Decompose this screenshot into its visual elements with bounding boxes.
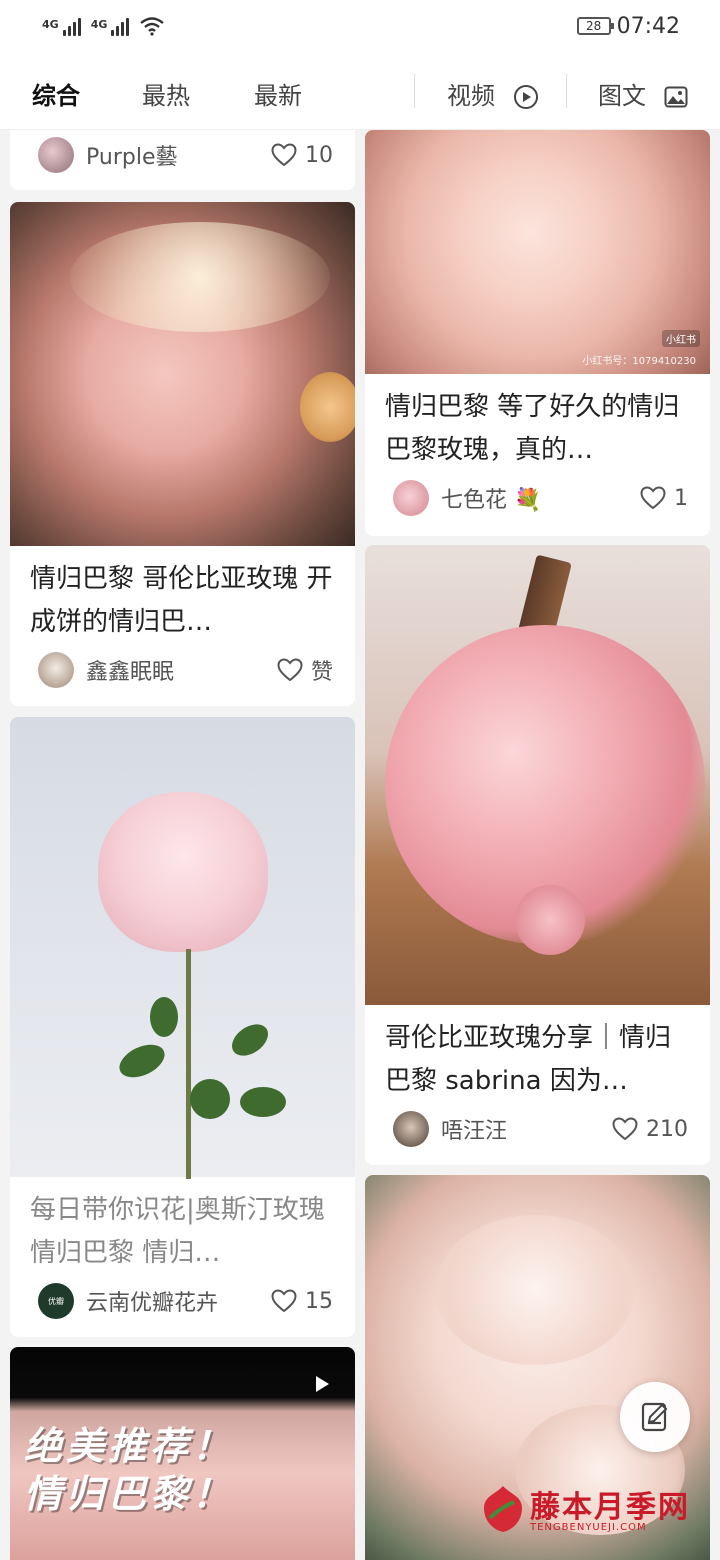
like-count: 15	[305, 1288, 333, 1314]
like-button[interactable]: 210	[612, 1117, 688, 1142]
edit-note-icon	[641, 1402, 668, 1432]
like-button[interactable]: 赞	[277, 654, 333, 686]
post-title[interactable]: 每日带你识花|奥斯汀玫瑰情归巴黎 情归…	[30, 1189, 337, 1275]
like-count: 10	[305, 142, 333, 168]
network-type-2: 4G	[90, 18, 108, 31]
like-count: 1	[674, 485, 688, 511]
feed-card[interactable]: 绝美推荐！ 情归巴黎！	[10, 1347, 355, 1560]
author-name[interactable]: 鑫鑫眠眠	[86, 654, 277, 686]
flower-emoji-icon: 💐	[514, 488, 542, 513]
author-name[interactable]: Purple藝	[86, 139, 271, 171]
tab-comprehensive[interactable]: 综合	[32, 76, 80, 111]
like-button[interactable]: 15	[271, 1289, 333, 1314]
tab-hottest[interactable]: 最热	[142, 76, 190, 111]
tab-image-text[interactable]: 图文	[598, 76, 688, 111]
watermark-text: 藤本月季网	[530, 1490, 690, 1525]
avatar[interactable]	[393, 480, 429, 516]
avatar[interactable]	[38, 652, 74, 688]
feed-card[interactable]: 每日带你识花|奥斯汀玫瑰情归巴黎 情归… 优瓣 云南优瓣花卉 15	[10, 717, 355, 1337]
post-image[interactable]	[365, 545, 710, 1005]
video-thumbnail[interactable]: 绝美推荐！ 情归巴黎！	[10, 1347, 355, 1560]
post-title[interactable]: 情归巴黎 等了好久的情归巴黎玫瑰，真的…	[385, 386, 692, 472]
heart-icon	[271, 143, 297, 167]
like-count: 赞	[310, 660, 333, 685]
watermark-url: TENGBENYUEJI.COM	[530, 1522, 647, 1533]
like-count: 210	[646, 1116, 688, 1142]
watermark-logo-icon	[484, 1486, 522, 1532]
signal-icon-1: 4G	[42, 18, 81, 36]
post-image[interactable]	[10, 202, 355, 546]
post-image[interactable]	[10, 717, 355, 1179]
avatar[interactable]: 优瓣	[38, 1283, 74, 1319]
wifi-icon	[140, 17, 165, 36]
feed-card[interactable]: 哥伦比亚玫瑰分享｜情归巴黎 sabrina 因为… 唔汪汪 210	[365, 545, 710, 1165]
feed-card[interactable]: 情归巴黎 哥伦比亚玫瑰 开成饼的情归巴… 鑫鑫眠眠 赞	[10, 202, 355, 706]
avatar-text: 优瓣	[48, 1296, 64, 1306]
image-watermark-badge: 小红书	[662, 330, 700, 347]
tab-video[interactable]: 视频	[447, 76, 539, 111]
heart-icon	[612, 1117, 638, 1141]
heart-icon	[277, 658, 303, 682]
author-name[interactable]: 唔汪汪	[441, 1113, 612, 1145]
battery-indicator: 28	[576, 17, 614, 35]
video-play-icon	[316, 1376, 329, 1392]
signal-icon-2: 4G	[91, 18, 130, 36]
network-type-1: 4G	[42, 18, 59, 31]
tab-video-label: 视频	[447, 82, 495, 110]
battery-level: 28	[585, 19, 602, 33]
author-name[interactable]: 云南优瓣花卉	[86, 1285, 271, 1317]
like-button[interactable]: 1	[640, 486, 688, 511]
like-button[interactable]: 10	[271, 143, 333, 168]
site-watermark: 藤本月季网 TENGBENYUEJI.COM	[480, 1480, 710, 1540]
tab-divider	[566, 74, 567, 108]
post-title[interactable]: 情归巴黎 哥伦比亚玫瑰 开成饼的情归巴…	[30, 558, 337, 644]
post-image[interactable]: 小红书 小红书号：1079410230	[365, 130, 710, 374]
image-watermark: 小红书号：1079410230	[582, 356, 696, 367]
image-icon	[664, 86, 688, 108]
clock: 07:42	[616, 13, 680, 39]
heart-icon	[271, 1289, 297, 1313]
avatar[interactable]	[393, 1111, 429, 1147]
tab-image-text-label: 图文	[598, 82, 646, 110]
video-overlay-title-2: 情归巴黎！	[24, 1471, 235, 1516]
author-name-text: 七色花	[441, 488, 508, 513]
tab-latest[interactable]: 最新	[254, 76, 302, 111]
heart-icon	[640, 486, 666, 510]
author-name[interactable]: 七色花 💐	[441, 482, 640, 514]
feed-card[interactable]: 小红书 小红书号：1079410230 情归巴黎 等了好久的情归巴黎玫瑰，真的……	[365, 130, 710, 536]
feed-card[interactable]: Purple藝 10	[10, 130, 355, 190]
signal-indicators: 4G 4G	[42, 16, 165, 36]
post-title[interactable]: 哥伦比亚玫瑰分享｜情归巴黎 sabrina 因为…	[385, 1017, 692, 1103]
filter-tabs: 综合 最热 最新 视频 图文	[0, 52, 720, 130]
compose-button[interactable]	[620, 1382, 690, 1452]
avatar[interactable]	[38, 137, 74, 173]
feed: Purple藝 10 小红书 小红书号：1079410230 情归巴黎 等了好久…	[0, 130, 720, 1560]
status-bar: 4G 4G 28 07:42	[0, 0, 720, 52]
play-circle-icon	[513, 85, 538, 109]
tab-divider	[414, 74, 415, 108]
video-overlay-title-1: 绝美推荐！	[24, 1423, 235, 1468]
